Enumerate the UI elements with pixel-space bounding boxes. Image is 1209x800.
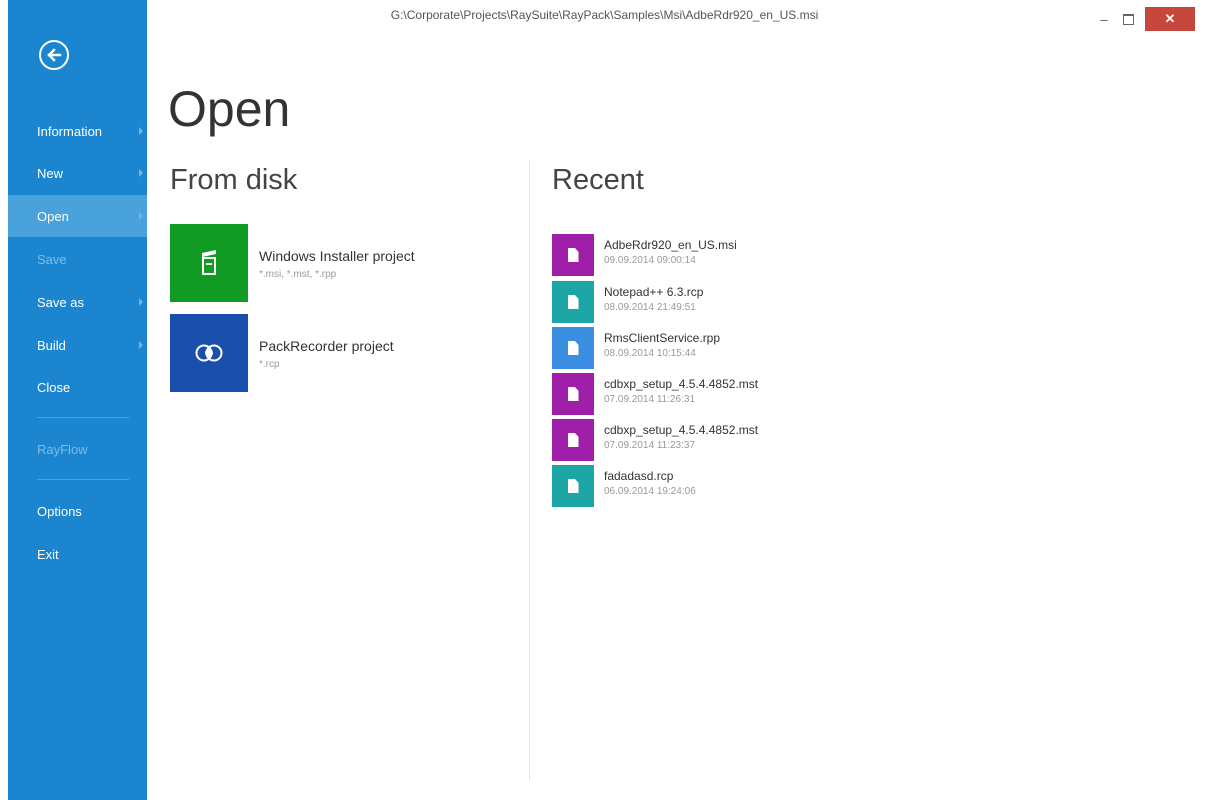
- recent-file-item[interactable]: RmsClientService.rpp 08.09.2014 10:15:44: [552, 327, 852, 369]
- sidebar-item-label: Save: [37, 251, 67, 267]
- chevron-right-icon: [139, 212, 143, 220]
- recent-file-name: cdbxp_setup_4.5.4.4852.mst: [604, 423, 759, 437]
- windows-installer-project-tile[interactable]: [170, 224, 248, 302]
- sidebar-item-label: New: [37, 165, 64, 181]
- section-divider: [529, 160, 530, 780]
- file-icon: [552, 234, 594, 276]
- sidebar-item-save-as[interactable]: Save as: [8, 281, 147, 323]
- packrecorder-project-extensions: *.rcp: [259, 359, 280, 370]
- file-icon: [552, 373, 594, 415]
- recent-file-name: cdbxp_setup_4.5.4.4852.mst: [604, 377, 759, 391]
- file-icon: [552, 281, 594, 323]
- recent-file-name: fadadasd.rcp: [604, 469, 674, 483]
- packrecorder-project-tile[interactable]: [170, 314, 248, 392]
- file-icon: [552, 327, 594, 369]
- sidebar-item-label: Open: [37, 208, 69, 224]
- chevron-right-icon: [139, 127, 143, 135]
- packrecorder-icon: [195, 344, 223, 362]
- file-icon: [552, 419, 594, 461]
- maximize-button[interactable]: [1118, 7, 1138, 31]
- msi-package-icon: [202, 250, 216, 275]
- sidebar-item-exit[interactable]: Exit: [8, 533, 147, 575]
- sidebar-item-information[interactable]: Information: [8, 110, 147, 152]
- sidebar-item-close[interactable]: Close: [8, 366, 147, 408]
- sidebar-item-rayflow: RayFlow: [8, 428, 147, 470]
- recent-file-date: 07.09.2014 11:26:31: [604, 394, 696, 405]
- back-arrow-icon: [47, 48, 62, 62]
- sidebar-item-label: Exit: [37, 546, 59, 562]
- sidebar-item-build[interactable]: Build: [8, 324, 147, 366]
- chevron-right-icon: [139, 169, 143, 177]
- recent-file-item[interactable]: fadadasd.rcp 06.09.2014 19:24:06: [552, 465, 852, 507]
- recent-file-item[interactable]: cdbxp_setup_4.5.4.4852.mst 07.09.2014 11…: [552, 419, 852, 461]
- recent-file-date: 09.09.2014 09:00:14: [604, 255, 696, 266]
- window-frame-left: [0, 0, 8, 800]
- sidebar-item-options[interactable]: Options: [8, 490, 147, 532]
- minimize-icon: –: [1100, 11, 1108, 27]
- maximize-icon: [1122, 13, 1134, 25]
- back-button[interactable]: [39, 40, 69, 70]
- file-icon: [552, 465, 594, 507]
- page-title: Open: [168, 81, 291, 137]
- windows-installer-project-label[interactable]: Windows Installer project: [259, 248, 415, 264]
- sidebar-item-label: Build: [37, 337, 66, 353]
- recent-file-item[interactable]: AdbeRdr920_en_US.msi 09.09.2014 09:00:14: [552, 234, 852, 276]
- recent-file-item[interactable]: cdbxp_setup_4.5.4.4852.mst 07.09.2014 11…: [552, 373, 852, 415]
- sidebar-item-save: Save: [8, 238, 147, 280]
- recent-file-name: AdbeRdr920_en_US.msi: [604, 238, 737, 252]
- packrecorder-project-label[interactable]: PackRecorder project: [259, 338, 394, 354]
- sidebar-item-label: RayFlow: [37, 441, 88, 457]
- recent-heading: Recent: [552, 164, 644, 196]
- chevron-right-icon: [139, 298, 143, 306]
- recent-file-date: 08.09.2014 10:15:44: [604, 348, 696, 359]
- close-button[interactable]: ✕: [1145, 7, 1195, 31]
- sidebar-divider: [37, 417, 129, 418]
- recent-file-name: Notepad++ 6.3.rcp: [604, 285, 704, 299]
- windows-installer-project-extensions: *.msi, *.mst, *.rpp: [259, 269, 337, 280]
- minimize-button[interactable]: –: [1094, 7, 1114, 31]
- sidebar-item-label: Information: [37, 123, 103, 139]
- chevron-right-icon: [139, 341, 143, 349]
- sidebar-item-label: Close: [37, 379, 71, 395]
- recent-file-date: 06.09.2014 19:24:06: [604, 486, 696, 497]
- recent-file-date: 07.09.2014 11:23:37: [604, 440, 696, 451]
- recent-file-name: RmsClientService.rpp: [604, 331, 721, 345]
- sidebar-item-label: Options: [37, 503, 82, 519]
- recent-file-date: 08.09.2014 21:49:51: [604, 302, 696, 313]
- backstage-sidebar: Information New Open Save Save as Build …: [8, 0, 147, 800]
- recent-file-item[interactable]: Notepad++ 6.3.rcp 08.09.2014 21:49:51: [552, 281, 852, 323]
- window-title-path: G:\Corporate\Projects\RaySuite\RayPack\S…: [390, 8, 819, 22]
- sidebar-item-new[interactable]: New: [8, 152, 147, 194]
- close-icon: ✕: [1164, 11, 1176, 26]
- sidebar-divider: [37, 479, 129, 480]
- sidebar-item-open[interactable]: Open: [8, 195, 147, 237]
- sidebar-item-label: Save as: [37, 294, 84, 310]
- from-disk-heading: From disk: [170, 164, 298, 196]
